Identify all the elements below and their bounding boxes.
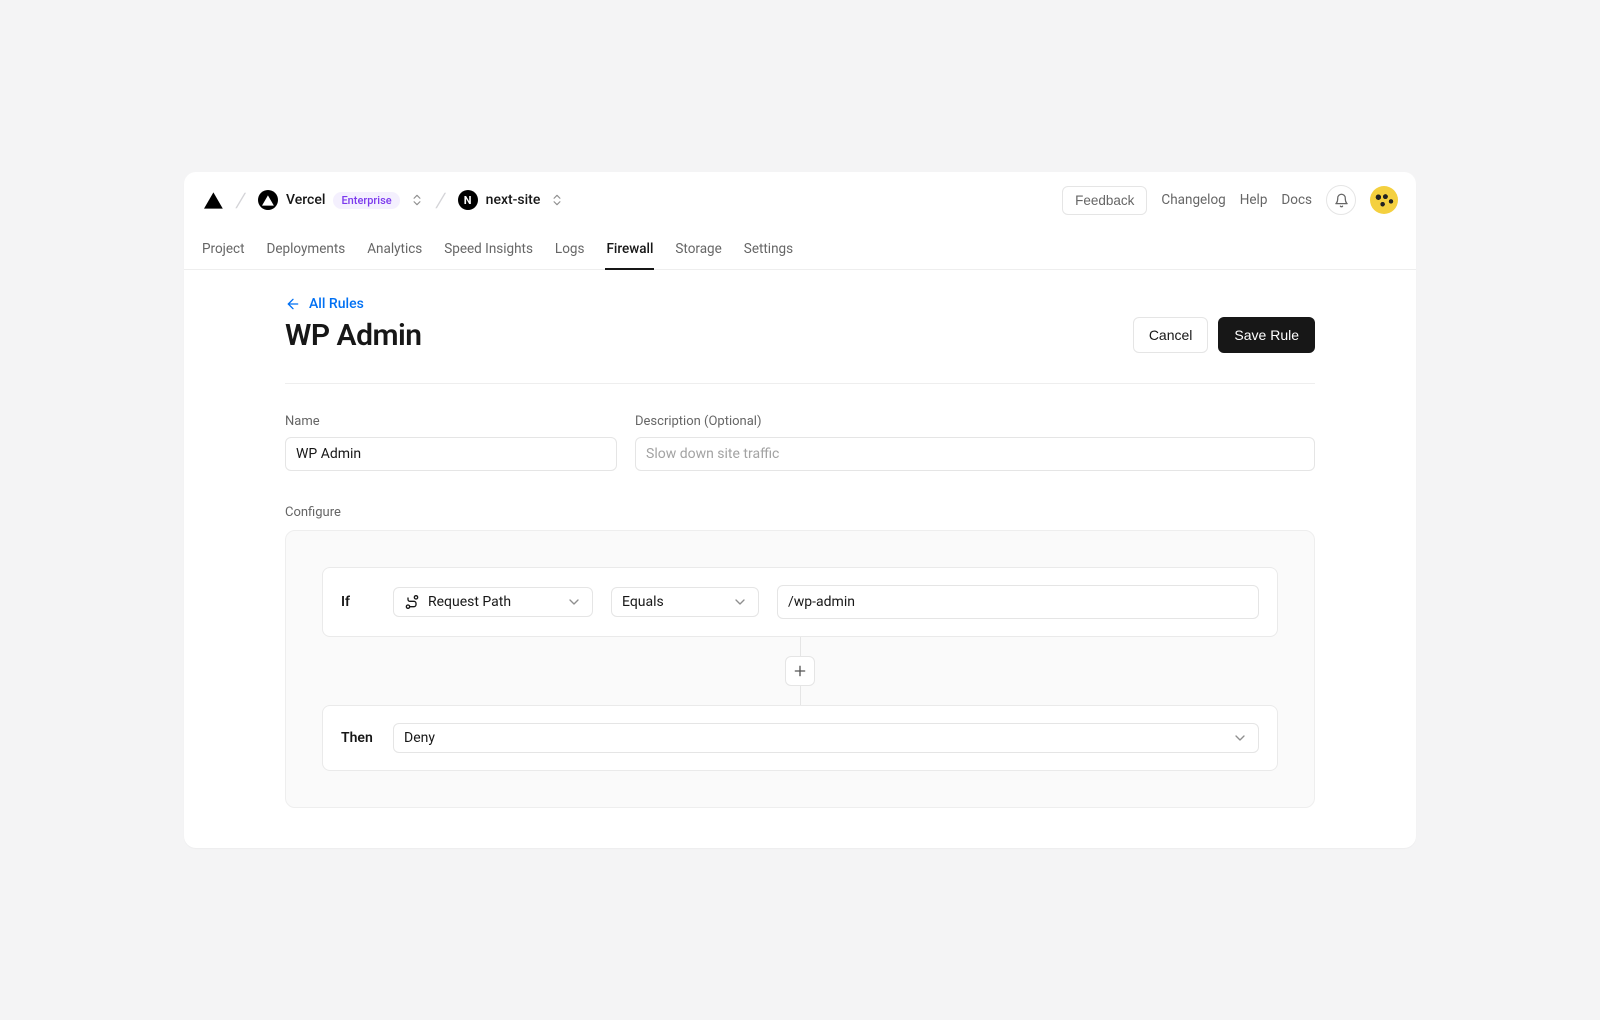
breadcrumb-separator: / bbox=[433, 188, 448, 212]
operator-select[interactable]: Equals bbox=[611, 587, 759, 617]
breadcrumb: / Vercel Enterprise / N next-site bbox=[202, 188, 564, 212]
tab-deployments[interactable]: Deployments bbox=[267, 228, 346, 269]
back-link-label: All Rules bbox=[309, 296, 364, 312]
tab-firewall[interactable]: Firewall bbox=[606, 228, 653, 269]
action-select-value: Deny bbox=[404, 730, 435, 746]
then-keyword: Then bbox=[341, 730, 375, 746]
then-row: Then Deny bbox=[322, 705, 1278, 771]
back-link[interactable]: All Rules bbox=[285, 296, 364, 312]
if-keyword: If bbox=[341, 594, 375, 610]
if-row: If Request Path Equals bbox=[322, 567, 1278, 637]
connector-line bbox=[800, 637, 801, 656]
feedback-button[interactable]: Feedback bbox=[1062, 186, 1147, 215]
chevron-updown-icon[interactable] bbox=[410, 193, 424, 207]
page-title: WP Admin bbox=[285, 318, 422, 353]
project-avatar-icon: N bbox=[458, 190, 478, 210]
tab-settings[interactable]: Settings bbox=[744, 228, 793, 269]
save-button[interactable]: Save Rule bbox=[1218, 317, 1315, 353]
field-select[interactable]: Request Path bbox=[393, 587, 593, 617]
name-desc-row: Name Description (Optional) bbox=[285, 414, 1315, 471]
add-condition-button[interactable] bbox=[785, 656, 815, 686]
tab-storage[interactable]: Storage bbox=[675, 228, 721, 269]
name-label: Name bbox=[285, 414, 617, 429]
breadcrumb-separator: / bbox=[233, 188, 248, 212]
org-avatar-icon bbox=[258, 190, 278, 210]
user-avatar[interactable] bbox=[1370, 186, 1398, 214]
condition-connector bbox=[322, 637, 1278, 705]
plan-badge: Enterprise bbox=[333, 192, 399, 209]
vercel-logo-icon[interactable] bbox=[202, 189, 224, 211]
arrow-left-icon bbox=[285, 296, 301, 312]
tab-project[interactable]: Project bbox=[202, 228, 245, 269]
tab-analytics[interactable]: Analytics bbox=[367, 228, 422, 269]
tab-logs[interactable]: Logs bbox=[555, 228, 585, 269]
description-label: Description (Optional) bbox=[635, 414, 1315, 429]
name-input[interactable] bbox=[285, 437, 617, 471]
org-name: Vercel bbox=[286, 192, 325, 208]
configure-label: Configure bbox=[285, 505, 1315, 520]
nav-docs[interactable]: Docs bbox=[1281, 192, 1312, 208]
app-window: / Vercel Enterprise / N next-site bbox=[184, 172, 1416, 848]
page-actions: Cancel Save Rule bbox=[1133, 317, 1315, 353]
header: / Vercel Enterprise / N next-site bbox=[184, 172, 1416, 228]
bell-icon bbox=[1334, 193, 1349, 208]
chevron-down-icon bbox=[1232, 730, 1248, 746]
tabs: Project Deployments Analytics Speed Insi… bbox=[184, 228, 1416, 270]
notifications-button[interactable] bbox=[1326, 185, 1356, 215]
chevron-down-icon bbox=[566, 594, 582, 610]
value-input[interactable] bbox=[777, 585, 1259, 619]
cancel-button[interactable]: Cancel bbox=[1133, 317, 1209, 353]
header-right: Feedback Changelog Help Docs bbox=[1062, 185, 1398, 215]
connector-line bbox=[800, 686, 801, 705]
project-crumb[interactable]: N next-site bbox=[458, 190, 565, 210]
nav-changelog[interactable]: Changelog bbox=[1161, 192, 1225, 208]
operator-select-value: Equals bbox=[622, 594, 664, 610]
org-crumb[interactable]: Vercel Enterprise bbox=[258, 190, 424, 210]
route-icon bbox=[404, 594, 420, 610]
project-name: next-site bbox=[486, 192, 541, 208]
tab-speed-insights[interactable]: Speed Insights bbox=[444, 228, 533, 269]
configure-panel: If Request Path Equals bbox=[285, 530, 1315, 808]
plus-icon bbox=[792, 663, 808, 679]
description-input[interactable] bbox=[635, 437, 1315, 471]
field-select-value: Request Path bbox=[428, 594, 511, 610]
page-header: All Rules WP Admin Cancel Save Rule bbox=[285, 270, 1315, 384]
action-select[interactable]: Deny bbox=[393, 723, 1259, 753]
chevron-updown-icon[interactable] bbox=[550, 193, 564, 207]
chevron-down-icon bbox=[732, 594, 748, 610]
nav-help[interactable]: Help bbox=[1240, 192, 1268, 208]
